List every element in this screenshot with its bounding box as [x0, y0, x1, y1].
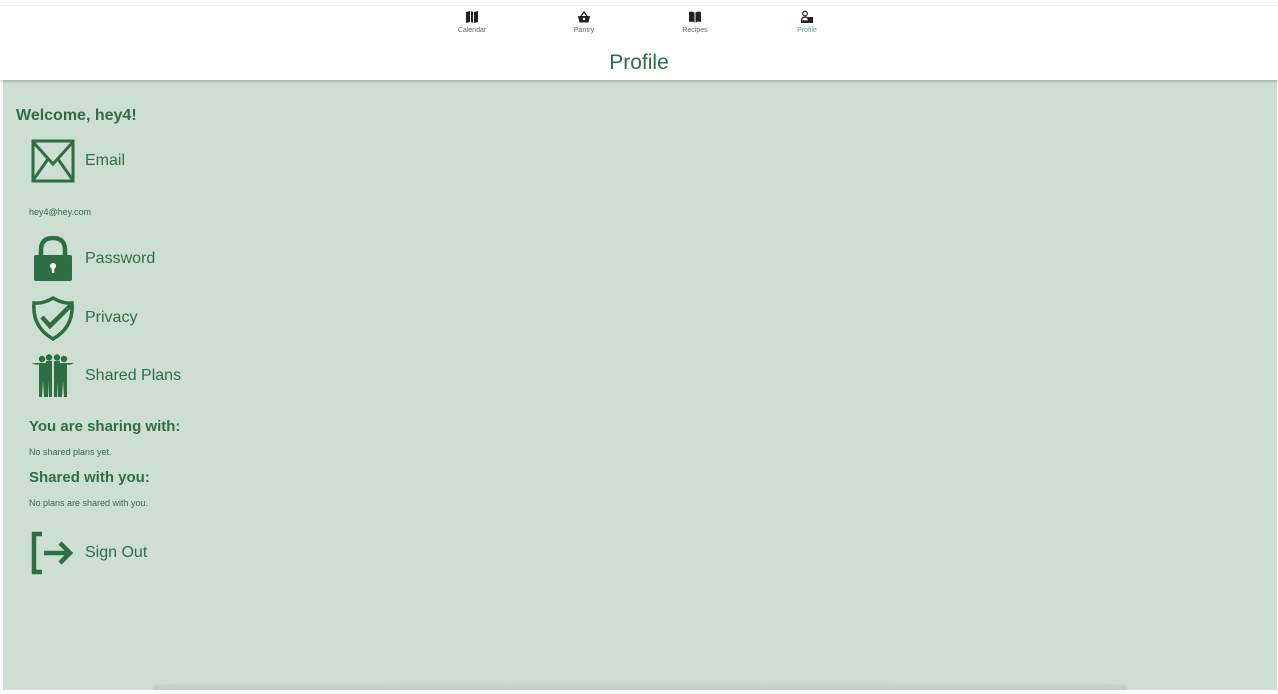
book-icon: [689, 11, 701, 23]
email-label: Email: [85, 152, 126, 169]
envelope-icon: [30, 138, 76, 184]
password-label: Password: [85, 250, 156, 267]
shared-plans-row[interactable]: Shared Plans: [30, 353, 181, 399]
tab-pantry-label: Pantry: [573, 27, 595, 34]
tab-profile[interactable]: Profile: [767, 10, 847, 35]
welcome-message: Welcome, hey4!: [16, 107, 137, 124]
tab-calendar-label: Calendar: [457, 27, 487, 34]
email-row[interactable]: Email: [30, 138, 125, 184]
privacy-row[interactable]: Privacy: [30, 295, 137, 341]
sign-out-button[interactable]: Sign Out: [30, 530, 147, 576]
sharing-with-empty: No shared plans yet.: [29, 447, 112, 457]
shield-check-icon: [30, 295, 76, 341]
shared-with-you-empty: No plans are shared with you.: [29, 498, 149, 508]
user-card-icon: [800, 10, 813, 23]
profile-content: Welcome, hey4! Email hey4@hey.com Passwo…: [3, 80, 1277, 690]
group-people-icon: [30, 353, 76, 399]
shared-plans-label: Shared Plans: [85, 367, 182, 384]
bottom-shadow: [153, 680, 1127, 690]
sign-out-label: Sign Out: [85, 544, 148, 561]
privacy-label: Privacy: [85, 309, 138, 326]
password-row[interactable]: Password: [30, 236, 155, 282]
basket-icon: [578, 10, 590, 23]
sign-out-icon: [30, 530, 76, 576]
tab-profile-label: Profile: [797, 27, 817, 34]
tab-recipes[interactable]: Recipes: [655, 10, 735, 35]
shared-with-you-heading: Shared with you:: [29, 469, 150, 486]
tab-pantry[interactable]: Pantry: [544, 10, 624, 35]
page-title: Profile: [609, 51, 669, 74]
lock-icon: [30, 236, 76, 282]
page-header: Profile: [0, 44, 1278, 80]
map-icon: [466, 11, 478, 23]
tab-recipes-label: Recipes: [682, 27, 708, 34]
sharing-with-heading: You are sharing with:: [29, 418, 181, 435]
tab-calendar[interactable]: Calendar: [432, 10, 512, 35]
email-value: hey4@hey.com: [29, 207, 91, 217]
tab-bar: Calendar Pantry Recipes Profile: [0, 5, 1278, 45]
